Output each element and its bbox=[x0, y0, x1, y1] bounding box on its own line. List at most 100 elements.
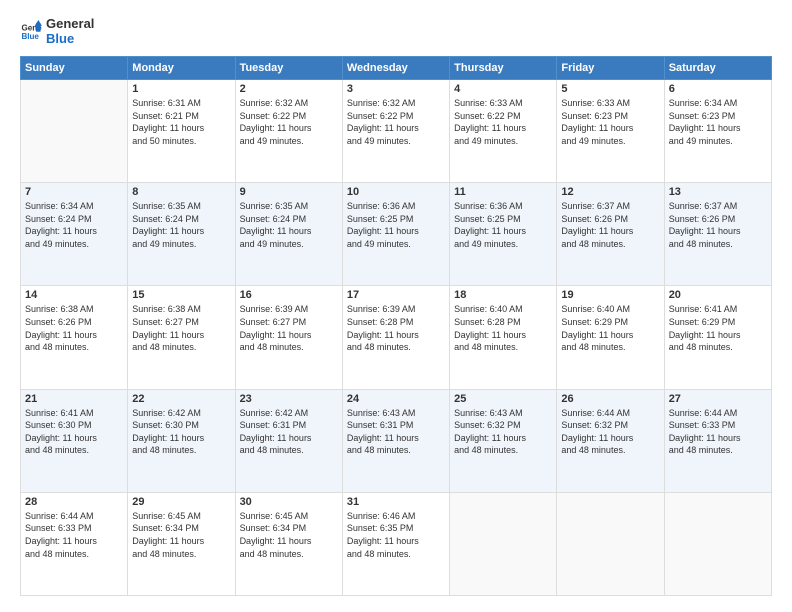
logo-general: General bbox=[46, 16, 94, 31]
cell-info: Sunrise: 6:33 AMSunset: 6:23 PMDaylight:… bbox=[561, 97, 659, 147]
calendar-cell: 17 Sunrise: 6:39 AMSunset: 6:28 PMDayligh… bbox=[342, 286, 449, 389]
day-number: 15 bbox=[132, 289, 230, 301]
calendar-cell: 23Sunrise: 6:42 AMSunset: 6:31 PMDayligh… bbox=[235, 389, 342, 492]
day-number: 8 bbox=[132, 186, 230, 198]
cell-info: Sunrise: 6:37 AMSunset: 6:26 PMDaylight:… bbox=[669, 200, 767, 250]
calendar-cell bbox=[664, 492, 771, 595]
calendar-cell: 26 Sunrise: 6:44 AMSunset: 6:32 PMDayligh… bbox=[557, 389, 664, 492]
logo-icon: General Blue bbox=[20, 20, 42, 42]
day-number: 28 bbox=[25, 496, 123, 508]
calendar-cell: 28Sunrise: 6:44 AMSunset: 6:33 PMDayligh… bbox=[21, 492, 128, 595]
calendar-cell: 12Sunrise: 6:37 AMSunset: 6:26 PMDayligh… bbox=[557, 183, 664, 286]
day-number: 23 bbox=[240, 393, 338, 405]
calendar-cell: 14 Sunrise: 6:38 AMSunset: 6:26 PMDayligh… bbox=[21, 286, 128, 389]
calendar-cell: 3 Sunrise: 6:32 AMSunset: 6:22 PMDaylight… bbox=[342, 80, 449, 183]
cell-info: Sunrise: 6:36 AMSunset: 6:25 PMDaylight:… bbox=[347, 200, 445, 250]
calendar-cell: 10 Sunrise: 6:36 AMSunset: 6:25 PMDayligh… bbox=[342, 183, 449, 286]
cell-info: Sunrise: 6:38 AMSunset: 6:26 PMDaylight:… bbox=[25, 303, 123, 353]
calendar-cell: 15 Sunrise: 6:38 AMSunset: 6:27 PMDayligh… bbox=[128, 286, 235, 389]
calendar-page: General Blue General Blue SundayMondayTu… bbox=[0, 0, 792, 612]
cell-info: Sunrise: 6:35 AMSunset: 6:24 PMDaylight:… bbox=[132, 200, 230, 250]
day-number: 19 bbox=[561, 289, 659, 301]
calendar-cell: 19 Sunrise: 6:40 AMSunset: 6:29 PMDayligh… bbox=[557, 286, 664, 389]
day-number: 18 bbox=[454, 289, 552, 301]
day-number: 13 bbox=[669, 186, 767, 198]
day-number: 26 bbox=[561, 393, 659, 405]
week-row-1: 7 Sunrise: 6:34 AMSunset: 6:24 PMDaylight… bbox=[21, 183, 772, 286]
day-number: 4 bbox=[454, 83, 552, 95]
day-number: 21 bbox=[25, 393, 123, 405]
cell-info: Sunrise: 6:46 AMSunset: 6:35 PMDaylight:… bbox=[347, 510, 445, 560]
calendar-cell: 6Sunrise: 6:34 AMSunset: 6:23 PMDaylight… bbox=[664, 80, 771, 183]
calendar-cell: 27Sunrise: 6:44 AMSunset: 6:33 PMDayligh… bbox=[664, 389, 771, 492]
calendar-cell: 30Sunrise: 6:45 AMSunset: 6:34 PMDayligh… bbox=[235, 492, 342, 595]
weekday-header-monday: Monday bbox=[128, 57, 235, 80]
cell-info: Sunrise: 6:43 AMSunset: 6:32 PMDaylight:… bbox=[454, 407, 552, 457]
calendar-cell: 21 Sunrise: 6:41 AMSunset: 6:30 PMDayligh… bbox=[21, 389, 128, 492]
day-number: 25 bbox=[454, 393, 552, 405]
calendar-cell: 11 Sunrise: 6:36 AMSunset: 6:25 PMDayligh… bbox=[450, 183, 557, 286]
cell-info: Sunrise: 6:45 AMSunset: 6:34 PMDaylight:… bbox=[240, 510, 338, 560]
day-number: 31 bbox=[347, 496, 445, 508]
cell-info: Sunrise: 6:32 AMSunset: 6:22 PMDaylight:… bbox=[347, 97, 445, 147]
calendar-cell: 7 Sunrise: 6:34 AMSunset: 6:24 PMDaylight… bbox=[21, 183, 128, 286]
cell-info: Sunrise: 6:33 AMSunset: 6:22 PMDaylight:… bbox=[454, 97, 552, 147]
logo-blue: Blue bbox=[46, 31, 94, 46]
day-number: 10 bbox=[347, 186, 445, 198]
svg-text:Blue: Blue bbox=[21, 32, 39, 41]
calendar-cell: 8 Sunrise: 6:35 AMSunset: 6:24 PMDaylight… bbox=[128, 183, 235, 286]
cell-info: Sunrise: 6:40 AMSunset: 6:28 PMDaylight:… bbox=[454, 303, 552, 353]
day-number: 2 bbox=[240, 83, 338, 95]
cell-info: Sunrise: 6:41 AMSunset: 6:29 PMDaylight:… bbox=[669, 303, 767, 353]
calendar-cell bbox=[557, 492, 664, 595]
week-row-3: 21 Sunrise: 6:41 AMSunset: 6:30 PMDayligh… bbox=[21, 389, 772, 492]
week-row-0: 1Sunrise: 6:31 AMSunset: 6:21 PMDaylight… bbox=[21, 80, 772, 183]
calendar-cell: 24 Sunrise: 6:43 AMSunset: 6:31 PMDayligh… bbox=[342, 389, 449, 492]
calendar-cell bbox=[450, 492, 557, 595]
calendar-cell: 13 Sunrise: 6:37 AMSunset: 6:26 PMDayligh… bbox=[664, 183, 771, 286]
calendar-table: SundayMondayTuesdayWednesdayThursdayFrid… bbox=[20, 56, 772, 596]
weekday-header-sunday: Sunday bbox=[21, 57, 128, 80]
calendar-cell: 2 Sunrise: 6:32 AMSunset: 6:22 PMDaylight… bbox=[235, 80, 342, 183]
week-row-2: 14 Sunrise: 6:38 AMSunset: 6:26 PMDayligh… bbox=[21, 286, 772, 389]
cell-info: Sunrise: 6:31 AMSunset: 6:21 PMDaylight:… bbox=[132, 97, 230, 147]
day-number: 6 bbox=[669, 83, 767, 95]
cell-info: Sunrise: 6:42 AMSunset: 6:30 PMDaylight:… bbox=[132, 407, 230, 457]
day-number: 17 bbox=[347, 289, 445, 301]
day-number: 20 bbox=[669, 289, 767, 301]
cell-info: Sunrise: 6:39 AMSunset: 6:27 PMDaylight:… bbox=[240, 303, 338, 353]
weekday-header-tuesday: Tuesday bbox=[235, 57, 342, 80]
cell-info: Sunrise: 6:32 AMSunset: 6:22 PMDaylight:… bbox=[240, 97, 338, 147]
calendar-cell: 4 Sunrise: 6:33 AMSunset: 6:22 PMDaylight… bbox=[450, 80, 557, 183]
cell-info: Sunrise: 6:38 AMSunset: 6:27 PMDaylight:… bbox=[132, 303, 230, 353]
logo: General Blue General Blue bbox=[20, 16, 94, 46]
day-number: 14 bbox=[25, 289, 123, 301]
calendar-cell: 25 Sunrise: 6:43 AMSunset: 6:32 PMDayligh… bbox=[450, 389, 557, 492]
cell-info: Sunrise: 6:44 AMSunset: 6:33 PMDaylight:… bbox=[669, 407, 767, 457]
cell-info: Sunrise: 6:40 AMSunset: 6:29 PMDaylight:… bbox=[561, 303, 659, 353]
cell-info: Sunrise: 6:41 AMSunset: 6:30 PMDaylight:… bbox=[25, 407, 123, 457]
day-number: 16 bbox=[240, 289, 338, 301]
cell-info: Sunrise: 6:34 AMSunset: 6:24 PMDaylight:… bbox=[25, 200, 123, 250]
cell-info: Sunrise: 6:43 AMSunset: 6:31 PMDaylight:… bbox=[347, 407, 445, 457]
day-number: 5 bbox=[561, 83, 659, 95]
calendar-cell: 18 Sunrise: 6:40 AMSunset: 6:28 PMDayligh… bbox=[450, 286, 557, 389]
calendar-cell: 1Sunrise: 6:31 AMSunset: 6:21 PMDaylight… bbox=[128, 80, 235, 183]
calendar-cell: 9 Sunrise: 6:35 AMSunset: 6:24 PMDaylight… bbox=[235, 183, 342, 286]
day-number: 29 bbox=[132, 496, 230, 508]
cell-info: Sunrise: 6:45 AMSunset: 6:34 PMDaylight:… bbox=[132, 510, 230, 560]
day-number: 24 bbox=[347, 393, 445, 405]
day-number: 11 bbox=[454, 186, 552, 198]
weekday-header-saturday: Saturday bbox=[664, 57, 771, 80]
header: General Blue General Blue bbox=[20, 16, 772, 46]
day-number: 7 bbox=[25, 186, 123, 198]
cell-info: Sunrise: 6:36 AMSunset: 6:25 PMDaylight:… bbox=[454, 200, 552, 250]
day-number: 22 bbox=[132, 393, 230, 405]
day-number: 3 bbox=[347, 83, 445, 95]
cell-info: Sunrise: 6:37 AMSunset: 6:26 PMDaylight:… bbox=[561, 200, 659, 250]
weekday-header-row: SundayMondayTuesdayWednesdayThursdayFrid… bbox=[21, 57, 772, 80]
cell-info: Sunrise: 6:44 AMSunset: 6:32 PMDaylight:… bbox=[561, 407, 659, 457]
cell-info: Sunrise: 6:35 AMSunset: 6:24 PMDaylight:… bbox=[240, 200, 338, 250]
day-number: 9 bbox=[240, 186, 338, 198]
cell-info: Sunrise: 6:39 AMSunset: 6:28 PMDaylight:… bbox=[347, 303, 445, 353]
